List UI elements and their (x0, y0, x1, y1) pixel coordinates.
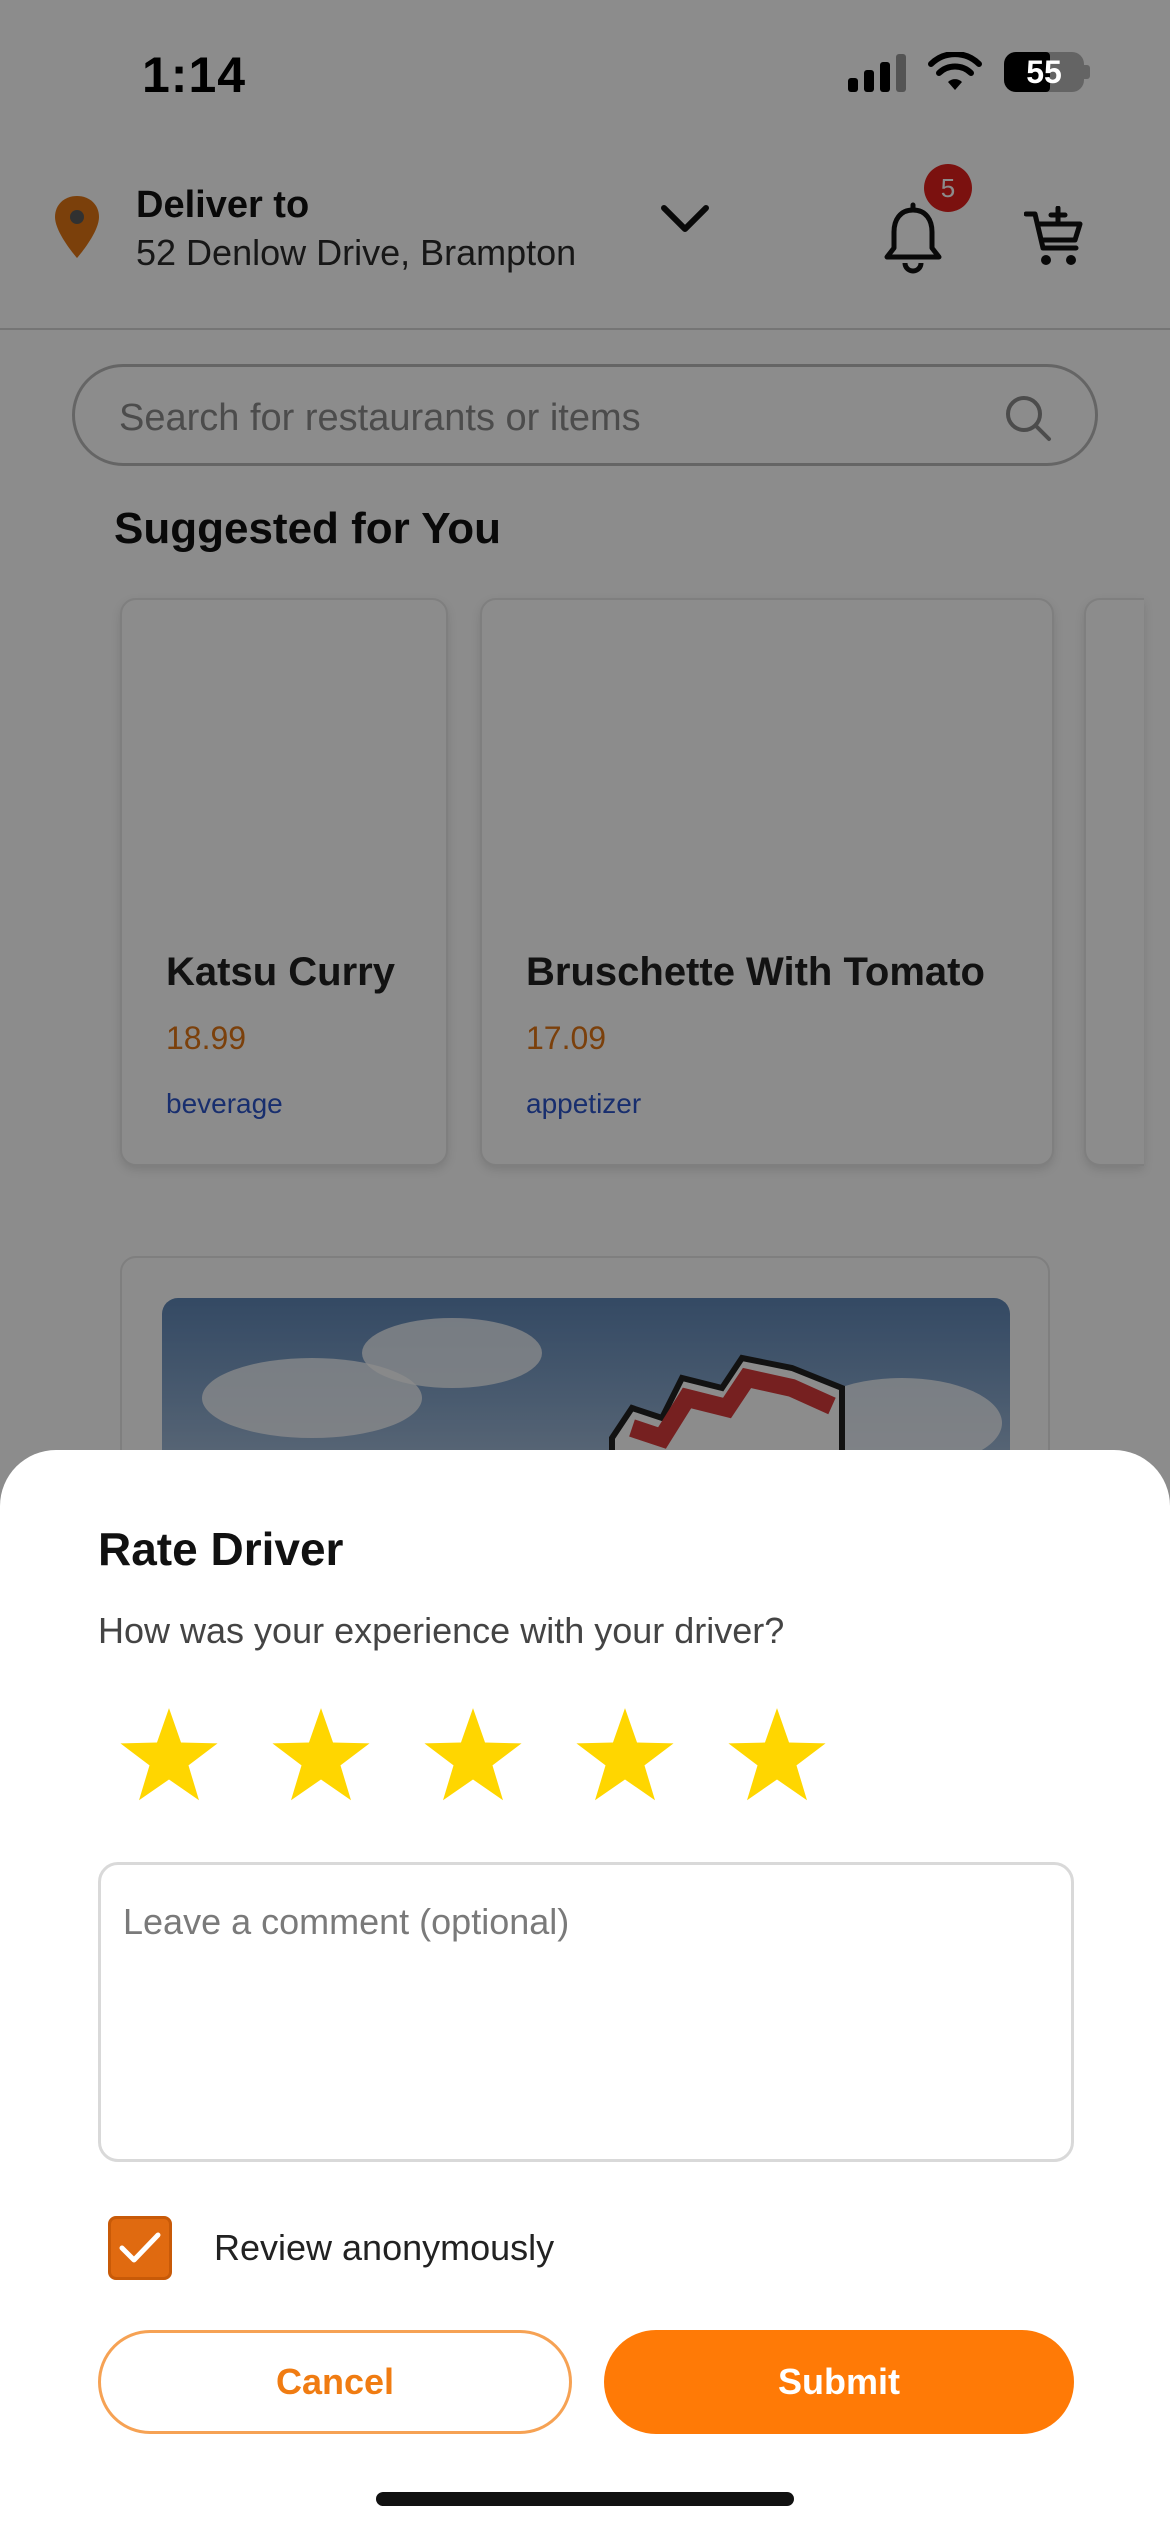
star-icon[interactable] (270, 1704, 372, 1806)
battery-level: 55 (1026, 53, 1062, 90)
star-icon[interactable] (574, 1704, 676, 1806)
sheet-title: Rate Driver (98, 1523, 344, 1575)
comment-field[interactable] (98, 1862, 1074, 2162)
anonymous-label: Review anonymously (214, 2227, 555, 2268)
cancel-button[interactable]: Cancel (98, 2330, 572, 2434)
battery-icon: 55 (1004, 52, 1090, 92)
sheet-subtitle: How was your experience with your driver… (98, 1610, 785, 1651)
rate-driver-sheet: Rate Driver How was your experience with… (0, 1450, 1170, 2532)
star-icon[interactable] (118, 1704, 220, 1806)
star-icon[interactable] (726, 1704, 828, 1806)
star-rating (118, 1704, 828, 1806)
home-indicator (376, 2492, 794, 2506)
anonymous-review-row[interactable]: Review anonymously (108, 2216, 554, 2280)
submit-button[interactable]: Submit (604, 2330, 1074, 2434)
checkmark-icon (119, 2232, 161, 2263)
star-icon[interactable] (422, 1704, 524, 1806)
anonymous-checkbox[interactable] (108, 2216, 172, 2280)
